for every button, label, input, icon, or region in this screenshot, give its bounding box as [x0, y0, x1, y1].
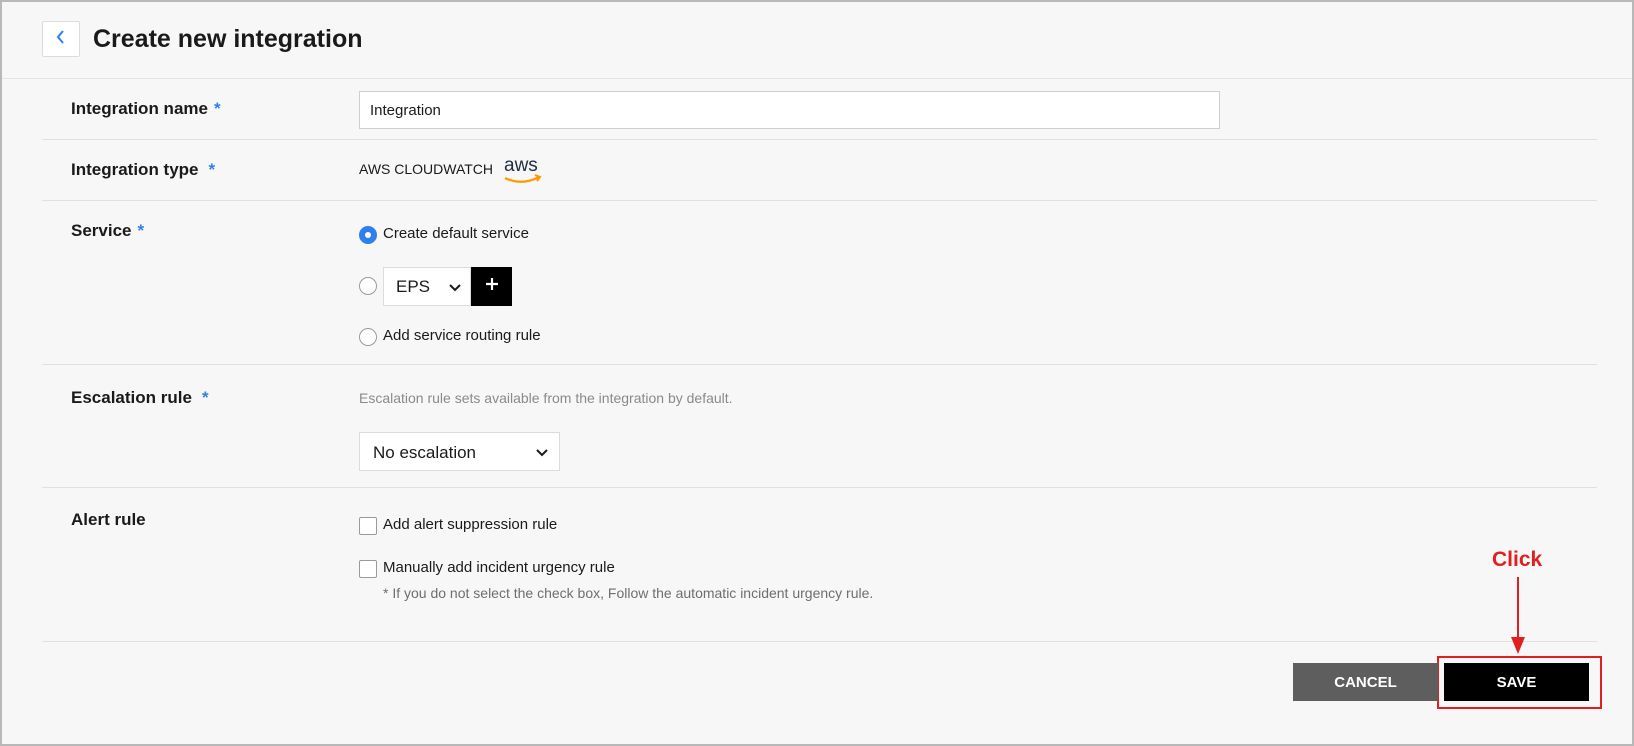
urgency-note: * If you do not select the check box, Fo… — [383, 585, 874, 601]
radio-create-default-service[interactable] — [359, 226, 377, 244]
aws-logo-text: aws — [504, 156, 538, 176]
integration-type-value: AWS CLOUDWATCH — [359, 161, 494, 177]
integration-type-label-text: Integration type — [71, 160, 199, 179]
back-button[interactable] — [42, 21, 80, 57]
integration-type-label: Integration type * — [71, 160, 215, 180]
plus-icon — [485, 277, 499, 296]
incident-urgency-checkbox[interactable] — [359, 560, 377, 578]
service-select-value: EPS — [396, 277, 431, 296]
required-mark: * — [201, 388, 209, 407]
integration-name-label-text: Integration name — [71, 99, 208, 118]
row-service: Service * — [42, 201, 1597, 365]
integration-name-input[interactable] — [359, 91, 1220, 129]
escalation-select-value: No escalation — [373, 443, 477, 462]
required-mark: * — [137, 221, 145, 240]
chevron-down-icon — [448, 280, 462, 298]
page-header: Create new integration — [2, 2, 1632, 79]
integration-name-label: Integration name * — [71, 99, 221, 119]
row-escalation-rule: Escalation rule * — [42, 365, 1597, 488]
required-mark: * — [213, 99, 221, 118]
create-default-service-label: Create default service — [383, 225, 529, 242]
escalation-rule-label: Escalation rule * — [71, 388, 209, 408]
escalation-hint: Escalation rule sets available from the … — [359, 390, 733, 406]
escalation-select[interactable]: No escalation — [359, 432, 560, 471]
service-label: Service * — [71, 221, 144, 241]
add-service-button[interactable] — [471, 267, 512, 306]
required-mark: * — [208, 160, 216, 179]
service-label-text: Service — [71, 221, 132, 240]
radio-add-service-routing-rule[interactable] — [359, 328, 377, 346]
alert-suppression-checkbox[interactable] — [359, 517, 377, 535]
page-title: Create new integration — [93, 25, 363, 53]
cancel-button[interactable]: CANCEL — [1293, 663, 1438, 701]
alert-rule-label: Alert rule — [71, 510, 146, 529]
save-button[interactable]: SAVE — [1444, 663, 1589, 701]
row-alert-rule: Alert rule — [42, 488, 1597, 642]
add-service-routing-rule-label: Add service routing rule — [383, 327, 541, 344]
radio-select-service[interactable] — [359, 277, 377, 295]
row-integration-type: Integration type * — [42, 140, 1597, 201]
incident-urgency-label: Manually add incident urgency rule — [383, 559, 615, 576]
aws-logo-icon: aws — [502, 155, 544, 191]
service-select[interactable]: EPS — [383, 267, 471, 306]
app-window: Create new integration Integration name *… — [0, 0, 1634, 746]
escalation-rule-label-text: Escalation rule — [71, 388, 192, 407]
alert-suppression-label: Add alert suppression rule — [383, 516, 558, 533]
arrow-down-icon — [1507, 577, 1529, 662]
click-annotation-label: Click — [1492, 548, 1543, 571]
chevron-down-icon — [535, 445, 549, 463]
chevron-left-icon — [55, 29, 67, 50]
